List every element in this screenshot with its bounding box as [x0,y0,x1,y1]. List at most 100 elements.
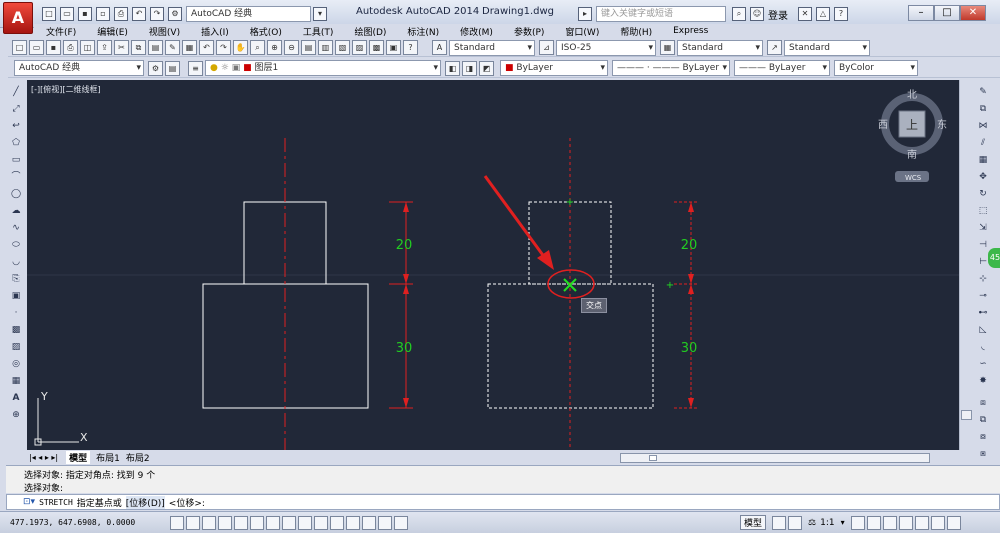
undo-icon[interactable]: ↶ [132,7,146,21]
redo-icon[interactable]: ↷ [216,40,231,55]
menu-view[interactable]: 视图(V) [149,25,180,38]
close-button[interactable]: ✕ [960,5,986,21]
new-icon[interactable]: □ [42,7,56,21]
right-figure[interactable]: + + [487,138,674,450]
sheet-set-icon[interactable]: ▨ [352,40,367,55]
text-style-icon[interactable]: A [432,40,447,55]
menu-file[interactable]: 文件(F) [46,25,76,38]
minimize-button[interactable]: – [908,5,934,21]
command-option-displacement[interactable]: [位移(D)] [125,495,165,509]
zoom-window-icon[interactable]: ⊕ [267,40,282,55]
menu-dimension[interactable]: 标注(N) [407,25,439,38]
array-icon[interactable]: ▦ [976,153,991,168]
make-current-icon[interactable]: ◧ [445,60,460,76]
viewcube[interactable]: 上 北 南 东 西 WCS [878,89,947,182]
dim-style-select[interactable]: ISO-25 [556,39,656,56]
workspace-settings-icon[interactable]: ⚙ [148,60,163,76]
isolate-objects-icon[interactable] [930,515,945,530]
quick-view-layouts-icon[interactable] [772,515,787,530]
polygon-icon[interactable]: ⬠ [9,136,24,151]
table-style-icon[interactable]: ▦ [660,40,675,55]
erase-icon[interactable]: ✎ [976,85,991,100]
bring-above-icon[interactable]: ⧆ [976,447,991,462]
stretch-icon[interactable]: ⇲ [976,221,991,236]
insert-block-icon[interactable]: ⎘ [9,272,24,287]
dynamic-ucs-icon[interactable] [298,515,312,530]
model-space-button[interactable]: 模型 [740,515,767,530]
hatch-icon[interactable]: ▩ [9,323,24,338]
horizontal-scrollbar[interactable] [619,452,930,463]
annotation-monitor-icon[interactable] [394,515,408,530]
layer-select[interactable]: ● ☼ ▣ ■ 图层1 [205,60,441,76]
user-icon[interactable]: ☺ [750,7,764,21]
point-icon[interactable]: · [9,306,24,321]
drawing-viewport[interactable]: 20 30 + + 20 30 Y X 上 北 南 东 西 WCS [-][俯视… [27,80,973,450]
circle-icon[interactable]: ◯ [9,187,24,202]
make-block-icon[interactable]: ▣ [9,289,24,304]
application-menu-button[interactable]: A [3,2,33,34]
workspace-select[interactable]: AutoCAD 经典 [186,6,311,22]
cut-icon[interactable]: ✂ [114,40,129,55]
chamfer-icon[interactable]: ◺ [976,323,991,338]
design-center-icon[interactable]: ▥ [318,40,333,55]
join-icon[interactable]: ⊷ [976,306,991,321]
explode-icon[interactable]: ✸ [976,374,991,389]
copy-icon[interactable]: ⧉ [131,40,146,55]
gradient-icon[interactable]: ▨ [9,340,24,355]
construction-line-icon[interactable]: ⤢ [9,102,24,117]
revision-cloud-icon[interactable]: ☁ [9,204,24,219]
binoculars-icon[interactable]: ⌕ [732,7,746,21]
rotate-icon[interactable]: ↻ [976,187,991,202]
break-icon[interactable]: ⊸ [976,289,991,304]
menu-express[interactable]: Express [673,26,708,36]
preview-icon[interactable]: ◫ [80,40,95,55]
dynamic-input-icon[interactable] [314,515,328,530]
tool-palettes-icon[interactable]: ▧ [335,40,350,55]
rectangle-icon[interactable]: ▭ [9,153,24,168]
horizontal-scroll-thumb[interactable] [648,454,657,461]
command-line[interactable]: ⊡▾ STRETCH 指定基点或 [位移(D)] <位移>: [6,494,1000,510]
object-snap-tracking-icon[interactable] [282,515,296,530]
save-as-icon[interactable]: ▫ [96,7,110,21]
publish-icon[interactable]: ⇪ [97,40,112,55]
tab-layout1[interactable]: 布局1 [96,451,120,464]
linetype-select[interactable]: ——— · ——— ByLayer [612,60,730,76]
tab-nav-icon[interactable]: |◂ ◂ ▸ ▸| [29,453,58,462]
open-icon[interactable]: ▭ [29,40,44,55]
maximize-button[interactable]: □ [934,5,960,21]
region-icon[interactable]: ◎ [9,357,24,372]
pan-icon[interactable]: ✋ [233,40,248,55]
infer-constraints-icon[interactable] [170,515,184,530]
menu-parametric[interactable]: 参数(P) [514,25,544,38]
vertical-scroll-thumb[interactable] [961,410,972,420]
help-icon[interactable]: ? [403,40,418,55]
fillet-icon[interactable]: ◟ [976,340,991,355]
annotation-scale[interactable]: 1:1 [820,518,834,528]
coordinates-readout[interactable]: 477.1973, 647.6908, 0.0000 [10,518,170,527]
undo-icon[interactable]: ↶ [199,40,214,55]
3d-object-snap-icon[interactable] [266,515,280,530]
new-icon[interactable]: □ [12,40,27,55]
properties-icon[interactable]: ▤ [301,40,316,55]
menu-insert[interactable]: 插入(I) [201,25,229,38]
search-input[interactable]: 键入关键字或短语 [596,6,726,22]
ortho-mode-icon[interactable] [218,515,232,530]
selection-cycling-icon[interactable] [378,515,392,530]
redo-icon[interactable]: ↷ [150,7,164,21]
open-icon[interactable]: ▭ [60,7,74,21]
bring-front-icon[interactable]: ⧉ [976,413,991,428]
dim-style-icon[interactable]: ⊿ [539,40,554,55]
lineweight-select[interactable]: ——— ByLayer [734,60,830,76]
plotstyle-select[interactable]: ByColor [834,60,918,76]
ellipse-arc-icon[interactable]: ◡ [9,255,24,270]
help-icon[interactable]: ? [834,7,848,21]
snap-mode-icon[interactable] [186,515,200,530]
match-properties-icon[interactable]: ✎ [165,40,180,55]
login-link[interactable]: 登录 [768,7,788,22]
menu-tools[interactable]: 工具(T) [303,25,334,38]
color-select[interactable]: ■ ByLayer [500,60,608,76]
side-badge[interactable]: 45 [988,248,1000,268]
save-icon[interactable]: ▪ [78,7,92,21]
workspace-dropdown-icon[interactable]: ▾ [313,7,327,21]
clean-screen-icon[interactable] [946,515,961,530]
